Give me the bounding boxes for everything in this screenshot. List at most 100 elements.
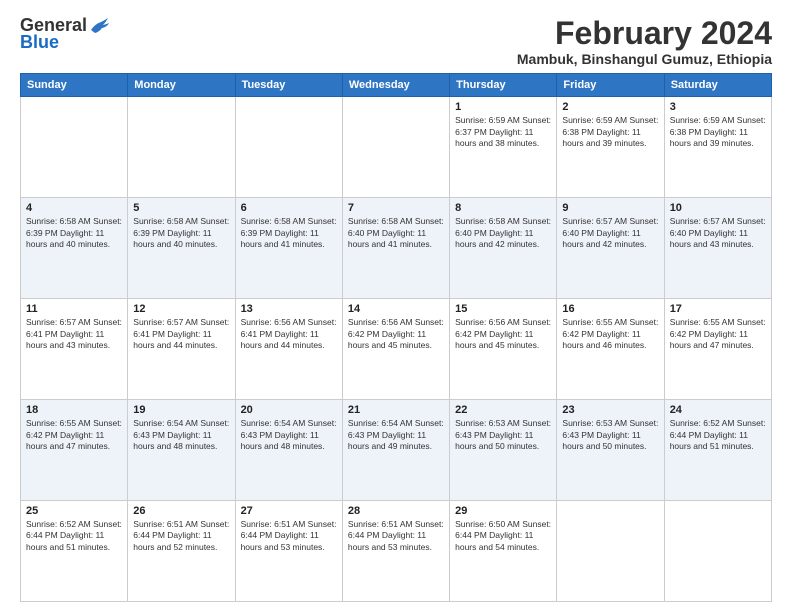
table-row: 6 Sunrise: 6:58 AM Sunset: 6:39 PM Daylig…: [235, 198, 342, 299]
location-subtitle: Mambuk, Binshangul Gumuz, Ethiopia: [517, 51, 772, 67]
table-row: 16 Sunrise: 6:55 AM Sunset: 6:42 PM Dayli…: [557, 299, 664, 400]
day-info: Sunrise: 6:57 AM Sunset: 6:40 PM Dayligh…: [670, 216, 766, 250]
day-number: 10: [670, 202, 766, 214]
table-row: [21, 97, 128, 198]
day-info: Sunrise: 6:54 AM Sunset: 6:43 PM Dayligh…: [348, 418, 444, 452]
day-info: Sunrise: 6:57 AM Sunset: 6:40 PM Dayligh…: [562, 216, 658, 250]
day-number: 2: [562, 101, 658, 113]
table-row: 11 Sunrise: 6:57 AM Sunset: 6:41 PM Dayli…: [21, 299, 128, 400]
day-number: 6: [241, 202, 337, 214]
table-row: 2 Sunrise: 6:59 AM Sunset: 6:38 PM Daylig…: [557, 97, 664, 198]
day-info: Sunrise: 6:55 AM Sunset: 6:42 PM Dayligh…: [26, 418, 122, 452]
table-row: [664, 501, 771, 602]
day-info: Sunrise: 6:55 AM Sunset: 6:42 PM Dayligh…: [562, 317, 658, 351]
table-row: 29 Sunrise: 6:50 AM Sunset: 6:44 PM Dayli…: [450, 501, 557, 602]
day-info: Sunrise: 6:58 AM Sunset: 6:39 PM Dayligh…: [26, 216, 122, 250]
day-number: 27: [241, 505, 337, 517]
day-info: Sunrise: 6:58 AM Sunset: 6:40 PM Dayligh…: [455, 216, 551, 250]
table-row: 5Sunrise: 6:58 AM Sunset: 6:39 PM Daylig…: [128, 198, 235, 299]
day-number: 17: [670, 303, 766, 315]
col-tuesday: Tuesday: [235, 74, 342, 97]
day-info: Sunrise: 6:58 AM Sunset: 6:39 PM Dayligh…: [241, 216, 337, 250]
day-info: Sunrise: 6:52 AM Sunset: 6:44 PM Dayligh…: [670, 418, 766, 452]
day-info: Sunrise: 6:50 AM Sunset: 6:44 PM Dayligh…: [455, 519, 551, 553]
table-row: 3 Sunrise: 6:59 AM Sunset: 6:38 PM Daylig…: [664, 97, 771, 198]
day-number: 13: [241, 303, 337, 315]
day-info: Sunrise: 6:56 AM Sunset: 6:42 PM Dayligh…: [455, 317, 551, 351]
day-info: Sunrise: 6:58 AM Sunset: 6:40 PM Dayligh…: [348, 216, 444, 250]
day-info: Sunrise: 6:53 AM Sunset: 6:43 PM Dayligh…: [562, 418, 658, 452]
table-row: 27 Sunrise: 6:51 AM Sunset: 6:44 PM Dayli…: [235, 501, 342, 602]
title-block: February 2024 Mambuk, Binshangul Gumuz, …: [517, 16, 772, 67]
table-row: 24 Sunrise: 6:52 AM Sunset: 6:44 PM Dayli…: [664, 400, 771, 501]
day-info: Sunrise: 6:51 AM Sunset: 6:44 PM Dayligh…: [241, 519, 337, 553]
table-row: 28 Sunrise: 6:51 AM Sunset: 6:44 PM Dayli…: [342, 501, 449, 602]
day-number: 29: [455, 505, 551, 517]
col-monday: Monday: [128, 74, 235, 97]
col-wednesday: Wednesday: [342, 74, 449, 97]
table-row: 23 Sunrise: 6:53 AM Sunset: 6:43 PM Dayli…: [557, 400, 664, 501]
month-title: February 2024: [517, 16, 772, 51]
day-info: Sunrise: 6:59 AM Sunset: 6:38 PM Dayligh…: [670, 115, 766, 149]
calendar-week-row: 18Sunrise: 6:55 AM Sunset: 6:42 PM Dayli…: [21, 400, 772, 501]
calendar-week-row: 4Sunrise: 6:58 AM Sunset: 6:39 PM Daylig…: [21, 198, 772, 299]
logo: General Blue: [20, 16, 109, 53]
day-number: 15: [455, 303, 551, 315]
day-number: 22: [455, 404, 551, 416]
table-row: 14 Sunrise: 6:56 AM Sunset: 6:42 PM Dayli…: [342, 299, 449, 400]
table-row: 7 Sunrise: 6:58 AM Sunset: 6:40 PM Daylig…: [342, 198, 449, 299]
table-row: 18Sunrise: 6:55 AM Sunset: 6:42 PM Dayli…: [21, 400, 128, 501]
day-number: 19: [133, 404, 229, 416]
day-number: 9: [562, 202, 658, 214]
day-number: 20: [241, 404, 337, 416]
table-row: 12 Sunrise: 6:57 AM Sunset: 6:41 PM Dayli…: [128, 299, 235, 400]
col-friday: Friday: [557, 74, 664, 97]
logo-bird-icon: [89, 16, 109, 34]
day-number: 14: [348, 303, 444, 315]
header: General Blue February 2024 Mambuk, Binsh…: [20, 16, 772, 67]
day-number: 11: [26, 303, 122, 315]
calendar-table: Sunday Monday Tuesday Wednesday Thursday…: [20, 73, 772, 602]
page: General Blue February 2024 Mambuk, Binsh…: [0, 0, 792, 612]
col-sunday: Sunday: [21, 74, 128, 97]
day-number: 24: [670, 404, 766, 416]
calendar-week-row: 25Sunrise: 6:52 AM Sunset: 6:44 PM Dayli…: [21, 501, 772, 602]
table-row: 20Sunrise: 6:54 AM Sunset: 6:43 PM Dayli…: [235, 400, 342, 501]
table-row: 25Sunrise: 6:52 AM Sunset: 6:44 PM Dayli…: [21, 501, 128, 602]
day-number: 12: [133, 303, 229, 315]
day-number: 1: [455, 101, 551, 113]
table-row: [128, 97, 235, 198]
day-info: Sunrise: 6:56 AM Sunset: 6:42 PM Dayligh…: [348, 317, 444, 351]
table-row: 19 Sunrise: 6:54 AM Sunset: 6:43 PM Dayli…: [128, 400, 235, 501]
day-info: Sunrise: 6:52 AM Sunset: 6:44 PM Dayligh…: [26, 519, 122, 553]
day-number: 23: [562, 404, 658, 416]
table-row: 22Sunrise: 6:53 AM Sunset: 6:43 PM Dayli…: [450, 400, 557, 501]
day-number: 21: [348, 404, 444, 416]
calendar-week-row: 11 Sunrise: 6:57 AM Sunset: 6:41 PM Dayli…: [21, 299, 772, 400]
day-number: 28: [348, 505, 444, 517]
day-info: Sunrise: 6:51 AM Sunset: 6:44 PM Dayligh…: [348, 519, 444, 553]
table-row: 15 Sunrise: 6:56 AM Sunset: 6:42 PM Dayli…: [450, 299, 557, 400]
day-info: Sunrise: 6:57 AM Sunset: 6:41 PM Dayligh…: [26, 317, 122, 351]
day-info: Sunrise: 6:51 AM Sunset: 6:44 PM Dayligh…: [133, 519, 229, 553]
day-info: Sunrise: 6:59 AM Sunset: 6:37 PM Dayligh…: [455, 115, 551, 149]
day-number: 7: [348, 202, 444, 214]
day-info: Sunrise: 6:58 AM Sunset: 6:39 PM Dayligh…: [133, 216, 229, 250]
table-row: 9 Sunrise: 6:57 AM Sunset: 6:40 PM Daylig…: [557, 198, 664, 299]
day-info: Sunrise: 6:59 AM Sunset: 6:38 PM Dayligh…: [562, 115, 658, 149]
day-number: 16: [562, 303, 658, 315]
table-row: 17 Sunrise: 6:55 AM Sunset: 6:42 PM Dayli…: [664, 299, 771, 400]
table-row: 26Sunrise: 6:51 AM Sunset: 6:44 PM Dayli…: [128, 501, 235, 602]
day-info: Sunrise: 6:56 AM Sunset: 6:41 PM Dayligh…: [241, 317, 337, 351]
table-row: 21 Sunrise: 6:54 AM Sunset: 6:43 PM Dayli…: [342, 400, 449, 501]
col-thursday: Thursday: [450, 74, 557, 97]
table-row: 1 Sunrise: 6:59 AM Sunset: 6:37 PM Daylig…: [450, 97, 557, 198]
table-row: 10 Sunrise: 6:57 AM Sunset: 6:40 PM Dayli…: [664, 198, 771, 299]
day-number: 3: [670, 101, 766, 113]
table-row: [342, 97, 449, 198]
day-info: Sunrise: 6:55 AM Sunset: 6:42 PM Dayligh…: [670, 317, 766, 351]
day-info: Sunrise: 6:54 AM Sunset: 6:43 PM Dayligh…: [133, 418, 229, 452]
logo-blue-text: Blue: [20, 32, 59, 53]
day-info: Sunrise: 6:57 AM Sunset: 6:41 PM Dayligh…: [133, 317, 229, 351]
table-row: 8Sunrise: 6:58 AM Sunset: 6:40 PM Daylig…: [450, 198, 557, 299]
